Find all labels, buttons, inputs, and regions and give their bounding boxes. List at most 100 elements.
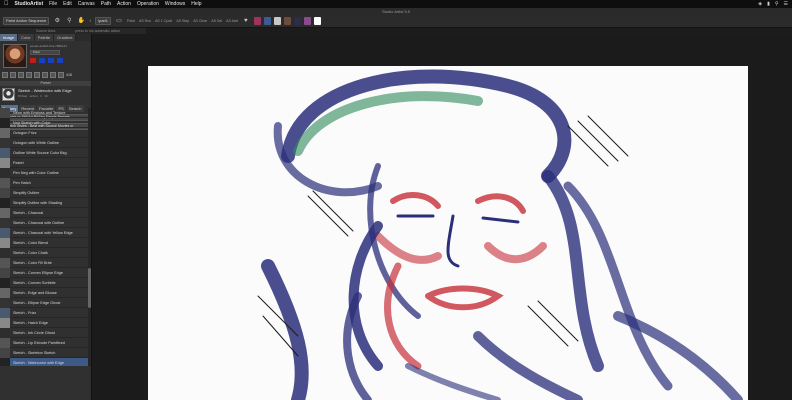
menu-action[interactable]: Action xyxy=(117,0,131,8)
tab-gradient[interactable]: Gradient xyxy=(54,34,77,41)
canvas[interactable] xyxy=(148,66,748,400)
paint-icon[interactable]: ▭ xyxy=(115,17,123,25)
list-item[interactable]: Sketch - Color Chalk xyxy=(0,247,88,258)
tool-button-7[interactable] xyxy=(50,72,56,78)
menu-help[interactable]: Help xyxy=(191,0,201,8)
preset-list-scrollbar[interactable] xyxy=(88,108,91,366)
preset-thumbnail xyxy=(0,287,10,298)
as-step-button[interactable]: AS Step xyxy=(176,19,189,23)
red-swatch-button[interactable] xyxy=(30,58,36,63)
list-item-label: Octogon Frizz xyxy=(13,130,37,135)
preset-thumbnail xyxy=(0,127,10,138)
list-item-label: Sketch - Charcoal xyxy=(13,210,44,215)
menu-path[interactable]: Path xyxy=(101,0,111,8)
window-title: Studio Artist 5.5 xyxy=(0,8,792,15)
preset-swatch-0[interactable] xyxy=(253,17,261,25)
menu-file[interactable]: File xyxy=(49,0,57,8)
list-item-label: Simplify Outline xyxy=(13,190,40,195)
tab-color[interactable]: Color xyxy=(18,34,35,41)
sequence-select[interactable]: Paint Action Sequence xyxy=(3,17,50,25)
hand-icon[interactable]: ✋ xyxy=(77,17,85,25)
app-menu[interactable]: StudioArtist xyxy=(15,0,44,8)
blue-swatch-button-2[interactable] xyxy=(48,58,54,63)
preset-swatch-1[interactable] xyxy=(263,17,271,25)
list-item[interactable]: Sketch - Charcoal xyxy=(0,207,88,218)
heart-icon[interactable]: ♥ xyxy=(242,17,250,25)
list-item[interactable]: Sketch - Edge and Blouse xyxy=(0,287,88,298)
preset-swatch-5[interactable] xyxy=(303,17,311,25)
list-item[interactable]: Sketch - Color Blend xyxy=(0,237,88,248)
main-toolbar: Paint Action Sequence ⚙ ⚲ ✋ 1 ipad1 ▭ Pa… xyxy=(0,15,792,28)
wifi-icon[interactable]: ◈ xyxy=(758,1,762,7)
preset-swatch-2[interactable] xyxy=(273,17,281,25)
tool-button-8[interactable] xyxy=(58,72,64,78)
preset-thumbnail xyxy=(0,167,10,178)
zoom-box[interactable]: ipad1 xyxy=(95,17,112,25)
menu-operation[interactable]: Operation xyxy=(137,0,159,8)
list-item-label: Sketch - Color Blend xyxy=(13,240,48,245)
list-item-label: Sketch - Watercolor with Edge xyxy=(13,360,64,365)
list-item[interactable]: Simplify Outline xyxy=(0,187,88,198)
list-item[interactable]: Outline White Source Color Bkg xyxy=(0,147,88,158)
list-item[interactable]: Sketch - Hatch Edge xyxy=(0,317,88,328)
zoom-icon[interactable]: ⚲ xyxy=(65,17,73,25)
as-clear-button[interactable]: AS Clear xyxy=(193,19,207,23)
battery-icon[interactable]: ▮ xyxy=(767,1,770,7)
menu-windows[interactable]: Windows xyxy=(165,0,185,8)
search-icon[interactable]: ⚲ xyxy=(775,1,779,7)
tool-button-6[interactable] xyxy=(42,72,48,78)
list-item[interactable]: Neon with Emboss and Texture xyxy=(0,108,88,118)
list-item-label: Sketch - Color Chalk xyxy=(13,250,48,255)
list-item[interactable]: Sketch - Charcoal with Yellow Edge xyxy=(0,227,88,238)
scrollbar-thumb[interactable] xyxy=(88,268,91,308)
list-item[interactable]: Pen Neg with Color Outline xyxy=(0,167,88,178)
as-run-button[interactable]: AS Run xyxy=(139,19,151,23)
preset-thumbnail[interactable] xyxy=(2,88,15,101)
auto-action-icon[interactable]: ⚙ xyxy=(53,17,61,25)
list-item[interactable]: Sketch - Color Fill Brite xyxy=(0,257,88,268)
paint-label[interactable]: Paint xyxy=(127,19,135,23)
list-item[interactable]: Noir Sketch with Color xyxy=(0,117,88,128)
as-cycle-button[interactable]: AS 1 Cycle xyxy=(155,19,172,23)
tool-button-3[interactable] xyxy=(18,72,24,78)
list-item[interactable]: Sketch - Convex Ellipse Edge xyxy=(0,267,88,278)
tool-button-4[interactable] xyxy=(26,72,32,78)
as-del-button[interactable]: AS Del xyxy=(211,19,222,23)
tab-image[interactable]: Image xyxy=(0,34,19,41)
list-item[interactable]: Sketch - Convex Scribble xyxy=(0,277,88,288)
tab-palette[interactable]: Palette xyxy=(34,34,55,41)
tool-button-1[interactable] xyxy=(2,72,8,78)
preset-thumbnail xyxy=(0,217,10,228)
blue-swatch-button-3[interactable] xyxy=(57,58,63,63)
menu-canvas[interactable]: Canvas xyxy=(78,0,95,8)
source-thumbnail[interactable] xyxy=(3,44,27,68)
list-item[interactable]: Simplify Outline with Shading xyxy=(0,197,88,208)
list-item[interactable]: Sketch - Ellipse Edge Ghost xyxy=(0,297,88,308)
list-item[interactable]: Pastel xyxy=(0,157,88,168)
as-add-button[interactable]: AS Add xyxy=(226,19,238,23)
list-item[interactable]: Sketch - Ink Circle Ghost xyxy=(0,327,88,338)
action-tooltip: press to run automatic action xyxy=(75,29,121,33)
preset-swatch-3[interactable] xyxy=(283,17,291,25)
apple-menu-icon[interactable]:  xyxy=(4,0,9,8)
list-item[interactable]: Pen Hatch xyxy=(0,177,88,188)
preset-swatch-4[interactable] xyxy=(293,17,301,25)
tool-button-2[interactable] xyxy=(10,72,16,78)
list-item[interactable]: Sketch - Watercolor with Edge xyxy=(0,357,88,366)
list-item-label: Sketch - Frizz xyxy=(13,310,37,315)
source-panel: pexels-ashish-thui-7686141 Paint xyxy=(0,41,91,71)
source-area-label: Source Area xyxy=(36,29,56,33)
tool-button-5[interactable] xyxy=(34,72,40,78)
preset-swatch-6[interactable] xyxy=(313,17,321,25)
menu-edit[interactable]: Edit xyxy=(63,0,72,8)
list-item[interactable]: Sketch - Lip Extrude Paintfixed xyxy=(0,337,88,348)
list-item[interactable]: Sketch - Skeleton Sketch xyxy=(0,347,88,358)
preset-meta: PASeq action 1 16 xyxy=(18,94,72,98)
list-item[interactable]: Octogon Frizz xyxy=(0,127,88,138)
list-item[interactable]: Sketch - Frizz xyxy=(0,307,88,318)
control-center-icon[interactable]: ☰ xyxy=(784,1,788,7)
blue-swatch-button[interactable] xyxy=(39,58,45,63)
source-mode-dropdown[interactable]: Paint xyxy=(30,50,60,55)
list-item[interactable]: Octogon with White Outline xyxy=(0,137,88,148)
list-item[interactable]: Sketch - Charcoal with Outline xyxy=(0,217,88,228)
